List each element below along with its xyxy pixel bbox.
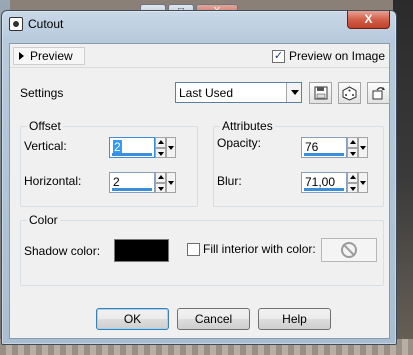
vertical-label: Vertical: <box>24 139 67 153</box>
spin-down-icon[interactable] <box>347 147 358 158</box>
cancel-button[interactable]: Cancel <box>177 308 250 330</box>
vertical-dropdown-icon[interactable] <box>166 137 176 158</box>
horizontal-label: Horizontal: <box>24 174 82 188</box>
reset-button[interactable] <box>367 82 390 104</box>
fill-interior-label: Fill interior with color: <box>203 242 316 256</box>
opacity-label: Opacity: <box>217 136 262 150</box>
spin-up-icon[interactable] <box>155 137 166 148</box>
dialog-body: Preview ✓ Preview on Image Settings Last… <box>9 43 390 339</box>
horizontal-value: 2 <box>113 175 120 189</box>
vertical-input[interactable]: 2 <box>109 137 155 158</box>
color-group-title: Color <box>27 213 60 227</box>
fill-color-swatch <box>321 238 377 262</box>
help-button[interactable]: Help <box>258 308 331 330</box>
opacity-value: 76 <box>305 140 319 154</box>
window-title: Cutout <box>28 17 64 31</box>
opacity-spinner[interactable]: 76 <box>301 137 369 158</box>
shadow-color-label: Shadow color: <box>24 244 101 258</box>
spin-down-icon[interactable] <box>155 147 166 158</box>
vertical-spin-arrows[interactable] <box>155 137 166 158</box>
no-entry-icon <box>341 242 357 258</box>
preset-value: Last Used <box>179 85 234 100</box>
blur-spin-arrows[interactable] <box>347 172 358 193</box>
attributes-group: Attributes Opacity: 76 Blur: 71,00 <box>213 119 384 207</box>
vertical-spinner[interactable]: 2 <box>109 137 177 158</box>
fill-interior-checkbox[interactable] <box>187 242 200 256</box>
preview-toggle[interactable]: Preview <box>13 47 85 65</box>
opacity-dropdown-icon[interactable] <box>358 137 368 158</box>
preview-label: Preview <box>30 49 73 63</box>
opacity-input[interactable]: 76 <box>301 137 347 158</box>
spin-down-icon[interactable] <box>155 182 166 193</box>
close-button[interactable]: X <box>347 11 390 29</box>
cutout-dialog: Cutout X Preview ✓ Preview on Image Sett… <box>1 10 397 345</box>
vertical-slider-bar <box>112 153 152 156</box>
horizontal-spin-arrows[interactable] <box>155 172 166 193</box>
color-group: Color Shadow color: Fill interior with c… <box>20 213 384 286</box>
offset-group: Offset Vertical: 2 Horizontal: 2 <box>20 119 198 207</box>
ok-button[interactable]: OK <box>96 308 169 330</box>
randomize-button[interactable] <box>338 82 361 104</box>
offset-group-title: Offset <box>27 119 63 133</box>
reset-icon <box>372 86 385 99</box>
blur-slider-bar <box>304 188 344 191</box>
spin-up-icon[interactable] <box>155 172 166 183</box>
blur-input[interactable]: 71,00 <box>301 172 347 193</box>
blur-spinner[interactable]: 71,00 <box>301 172 369 193</box>
blur-label: Blur: <box>217 174 242 188</box>
spin-down-icon[interactable] <box>347 182 358 193</box>
settings-row: Settings Last Used <box>10 82 390 106</box>
opacity-slider-bar <box>304 153 344 156</box>
horizontal-dropdown-icon[interactable] <box>166 172 176 193</box>
preset-dropdown[interactable]: Last Used <box>175 82 302 103</box>
vertical-value: 2 <box>113 140 122 154</box>
horizontal-spinner[interactable]: 2 <box>109 172 177 193</box>
blur-value: 71,00 <box>305 175 336 189</box>
spin-up-icon[interactable] <box>347 137 358 148</box>
dice-icon <box>342 85 357 101</box>
title-bar[interactable]: Cutout X <box>2 11 396 39</box>
camera-icon <box>9 17 23 31</box>
preview-on-image-checkbox[interactable]: ✓ <box>271 49 285 63</box>
settings-label: Settings <box>20 86 64 100</box>
preview-on-image-label: Preview on Image <box>288 49 385 63</box>
fill-interior-option[interactable]: Fill interior with color: <box>187 242 316 256</box>
blur-dropdown-icon[interactable] <box>358 172 368 193</box>
opacity-spin-arrows[interactable] <box>347 137 358 158</box>
save-preset-button[interactable] <box>309 82 332 104</box>
expand-arrow-icon <box>19 52 24 60</box>
horizontal-slider-bar <box>112 188 152 191</box>
preview-bar: Preview ✓ Preview on Image <box>10 44 389 68</box>
horizontal-input[interactable]: 2 <box>109 172 155 193</box>
shadow-color-swatch[interactable] <box>114 239 169 262</box>
chevron-down-icon[interactable] <box>286 83 301 102</box>
attributes-group-title: Attributes <box>220 119 275 133</box>
preview-on-image-option[interactable]: ✓ Preview on Image <box>271 49 385 63</box>
spin-up-icon[interactable] <box>347 172 358 183</box>
floppy-disk-icon <box>314 86 327 100</box>
